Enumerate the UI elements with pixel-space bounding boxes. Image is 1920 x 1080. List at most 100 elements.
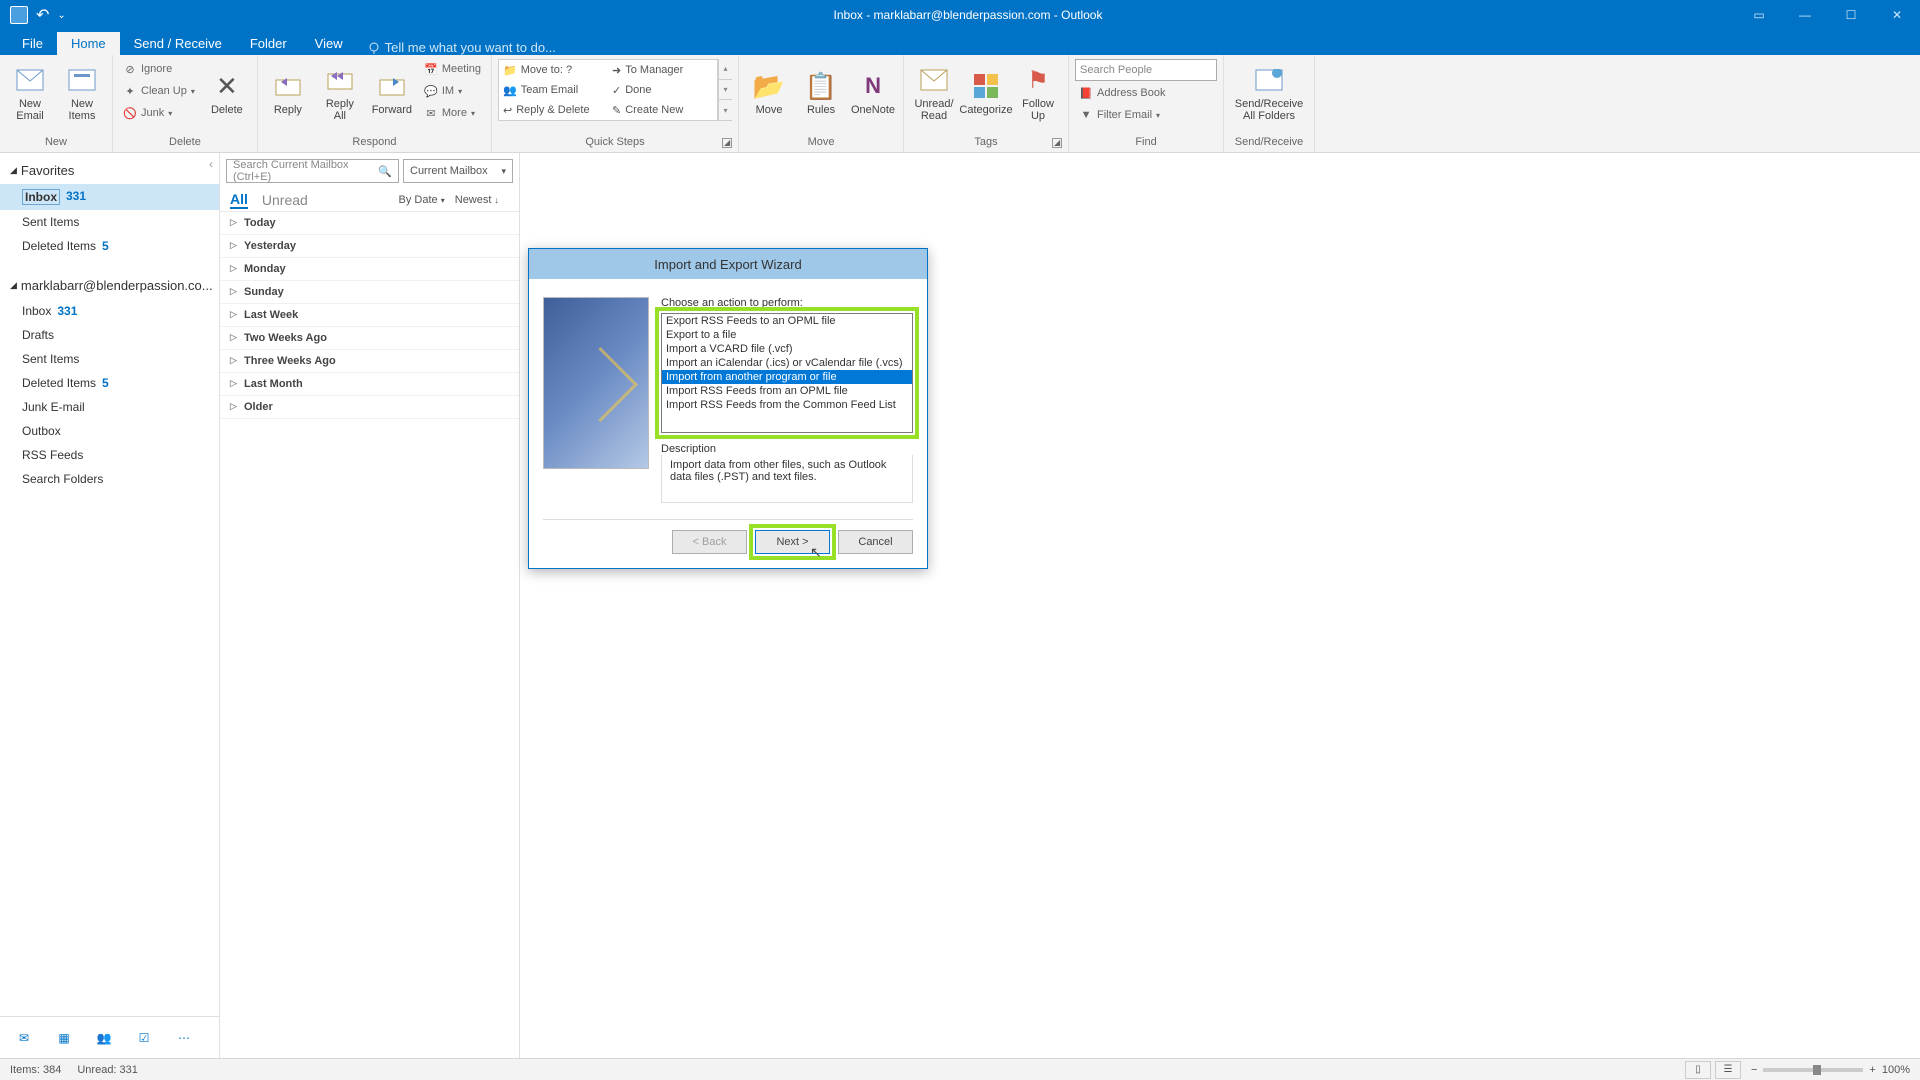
reply-all-button[interactable]: Reply All <box>316 59 364 127</box>
cancel-button[interactable]: Cancel <box>838 530 913 554</box>
nav-junk[interactable]: Junk E-mail <box>0 395 219 419</box>
search-icon[interactable]: 🔍 <box>378 165 392 178</box>
zoom-control[interactable]: − + 100% <box>1751 1064 1910 1076</box>
action-list[interactable]: Export RSS Feeds to an OPML fileExport t… <box>661 313 913 433</box>
view-reading-icon[interactable]: ☰ <box>1715 1061 1741 1079</box>
date-group[interactable]: Older <box>220 396 519 419</box>
date-group[interactable]: Two Weeks Ago <box>220 327 519 350</box>
collapse-pane-icon[interactable]: ‹ <box>209 157 213 171</box>
undo-icon[interactable]: ↶ <box>36 5 49 25</box>
categorize-icon <box>970 70 1002 102</box>
zoom-slider[interactable] <box>1763 1068 1863 1072</box>
quicksteps-gallery[interactable]: 📁Move to: ? ➜To Manager 👥Team Email ✓Don… <box>498 59 718 121</box>
sort-bydate[interactable]: By Date ▾ <box>399 194 445 206</box>
rules-button[interactable]: 📋Rules <box>797 59 845 127</box>
nav-drafts[interactable]: Drafts <box>0 323 219 347</box>
new-email-button[interactable]: New Email <box>6 59 54 127</box>
group-sendreceive: Send/Receive All Folders Send/Receive <box>1224 55 1315 152</box>
nav-deleted[interactable]: Deleted Items5 <box>0 234 219 258</box>
search-mailbox-input[interactable]: Search Current Mailbox (Ctrl+E)🔍 <box>226 159 399 183</box>
date-group[interactable]: Last Week <box>220 304 519 327</box>
tab-home[interactable]: Home <box>57 32 120 55</box>
back-button[interactable]: < Back <box>672 530 747 554</box>
address-book-button[interactable]: 📕Address Book <box>1075 83 1217 103</box>
followup-button[interactable]: ⚑Follow Up <box>1014 59 1062 127</box>
action-option[interactable]: Import from another program or file <box>662 370 912 384</box>
date-group[interactable]: Monday <box>220 258 519 281</box>
qs-tomanager[interactable]: ➜To Manager <box>608 60 717 80</box>
tell-me-search[interactable]: Tell me what you want to do... <box>367 40 556 55</box>
next-button[interactable]: Next > <box>755 530 830 554</box>
forward-button[interactable]: Forward <box>368 59 416 127</box>
action-option[interactable]: Import RSS Feeds from the Common Feed Li… <box>662 398 912 412</box>
nav-inbox2[interactable]: Inbox331 <box>0 299 219 323</box>
maximize-button[interactable]: ☐ <box>1828 0 1874 30</box>
action-option[interactable]: Import a VCARD file (.vcf) <box>662 342 912 356</box>
nav-deleted2[interactable]: Deleted Items5 <box>0 371 219 395</box>
ignore-button[interactable]: ⊘Ignore <box>119 59 199 79</box>
more-icon: ✉ <box>424 106 438 120</box>
tasks-icon[interactable]: ☑ <box>134 1028 154 1048</box>
qat-customize-icon[interactable]: ⌄ <box>57 10 65 21</box>
search-people-input[interactable]: Search People <box>1075 59 1217 81</box>
qs-moveto[interactable]: 📁Move to: ? <box>499 60 608 80</box>
tags-launcher-icon[interactable]: ◢ <box>1052 138 1062 148</box>
more-icon[interactable]: ⋯ <box>174 1028 194 1048</box>
quicksteps-scroll[interactable]: ▴▾▾ <box>718 59 732 121</box>
search-scope-dropdown[interactable]: Current Mailbox▾ <box>403 159 513 183</box>
date-group[interactable]: Sunday <box>220 281 519 304</box>
tab-view[interactable]: View <box>301 32 357 55</box>
qs-done[interactable]: ✓Done <box>608 80 717 100</box>
filter-unread[interactable]: Unread <box>262 192 308 208</box>
minimize-button[interactable]: — <box>1782 0 1828 30</box>
zoom-in-icon[interactable]: + <box>1869 1064 1875 1076</box>
action-option[interactable]: Import an iCalendar (.ics) or vCalendar … <box>662 356 912 370</box>
qs-replydelete[interactable]: ↩Reply & Delete <box>499 100 608 120</box>
mail-icon[interactable]: ✉ <box>14 1028 34 1048</box>
cleanup-button[interactable]: ✦Clean Up ▾ <box>119 81 199 101</box>
favorites-header[interactable]: ◢Favorites <box>0 157 219 184</box>
action-option[interactable]: Export to a file <box>662 328 912 342</box>
sort-newest[interactable]: Newest ↓ <box>455 194 499 206</box>
nav-outbox[interactable]: Outbox <box>0 419 219 443</box>
qs-teamemail[interactable]: 👥Team Email <box>499 80 608 100</box>
close-button[interactable]: ✕ <box>1874 0 1920 30</box>
date-group[interactable]: Three Weeks Ago <box>220 350 519 373</box>
unread-read-button[interactable]: Unread/ Read <box>910 59 958 127</box>
im-button[interactable]: 💬IM ▾ <box>420 81 485 101</box>
date-group[interactable]: Last Month <box>220 373 519 396</box>
new-items-button[interactable]: New Items <box>58 59 106 127</box>
nav-rss[interactable]: RSS Feeds <box>0 443 219 467</box>
tab-file[interactable]: File <box>8 32 57 55</box>
onenote-button[interactable]: NOneNote <box>849 59 897 127</box>
categorize-button[interactable]: Categorize <box>962 59 1010 127</box>
more-button[interactable]: ✉More ▾ <box>420 103 485 123</box>
date-group[interactable]: Yesterday <box>220 235 519 258</box>
nav-inbox[interactable]: Inbox331 <box>0 184 219 210</box>
action-option[interactable]: Import RSS Feeds from an OPML file <box>662 384 912 398</box>
calendar-icon[interactable]: ▦ <box>54 1028 74 1048</box>
new-email-label: New Email <box>16 98 44 122</box>
tab-sendreceive[interactable]: Send / Receive <box>120 32 236 55</box>
sendreceive-all-button[interactable]: Send/Receive All Folders <box>1230 59 1308 127</box>
filter-all[interactable]: All <box>230 191 248 209</box>
tab-folder[interactable]: Folder <box>236 32 301 55</box>
zoom-out-icon[interactable]: − <box>1751 1064 1757 1076</box>
qs-createnew[interactable]: ✎Create New <box>608 100 717 120</box>
junk-button[interactable]: 🚫Junk ▾ <box>119 103 199 123</box>
nav-sentitems[interactable]: Sent Items <box>0 210 219 234</box>
reply-button[interactable]: Reply <box>264 59 312 127</box>
action-option[interactable]: Export RSS Feeds to an OPML file <box>662 314 912 328</box>
nav-sentitems2[interactable]: Sent Items <box>0 347 219 371</box>
delete-button[interactable]: ✕ Delete <box>203 59 251 127</box>
meeting-button[interactable]: 📅Meeting <box>420 59 485 79</box>
account-header[interactable]: ◢marklabarr@blenderpassion.co... <box>0 272 219 299</box>
people-icon[interactable]: 👥 <box>94 1028 114 1048</box>
quicksteps-launcher-icon[interactable]: ◢ <box>722 138 732 148</box>
move-button[interactable]: 📂Move <box>745 59 793 127</box>
view-normal-icon[interactable]: ▯ <box>1685 1061 1711 1079</box>
ribbon-display-icon[interactable]: ▭ <box>1736 0 1782 30</box>
date-group[interactable]: Today <box>220 212 519 235</box>
nav-searchfolders[interactable]: Search Folders <box>0 467 219 491</box>
filter-email-button[interactable]: ▼Filter Email ▾ <box>1075 105 1217 125</box>
